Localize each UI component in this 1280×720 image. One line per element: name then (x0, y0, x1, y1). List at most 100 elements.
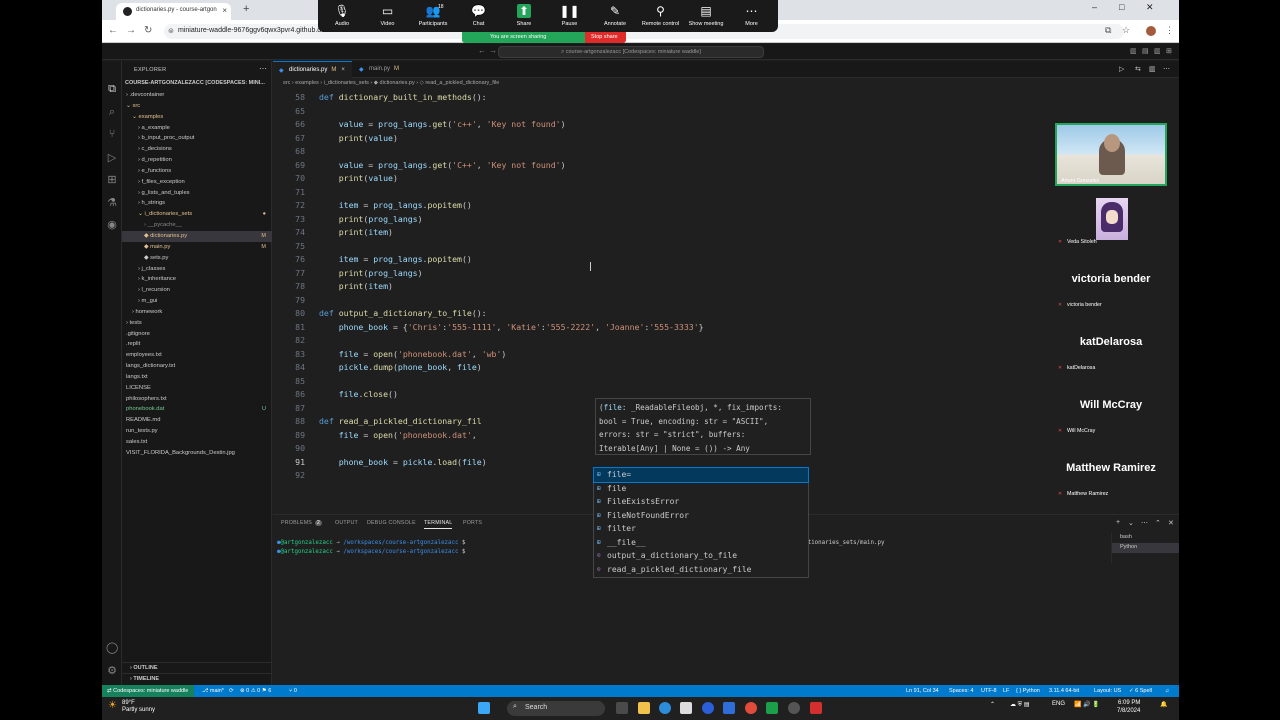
suggestion-item[interactable]: ⊞ __file__ (594, 536, 808, 550)
code-line[interactable]: def output_a_dictionary_to_file(): (319, 308, 487, 318)
tree-item[interactable]: langs.txt (122, 372, 272, 383)
network-volume-icons[interactable]: 📶 🔊 🔋 (1074, 701, 1100, 708)
tree-item[interactable]: › h_strings (122, 198, 272, 209)
code-line[interactable]: value = prog_langs.get('c++', 'Key not f… (319, 119, 566, 129)
stop-share-button[interactable]: Stop share (585, 32, 626, 43)
suggestion-item[interactable]: ⊙ read_a_pickled_dictionary_file (594, 563, 808, 577)
notifications-icon[interactable]: 🔔 (1160, 701, 1167, 708)
remote-indicator[interactable]: ⇄ Codespaces: miniature waddle (102, 685, 194, 697)
tree-item[interactable]: › a_example (122, 123, 272, 134)
tree-item[interactable]: ◆ dictionaries.py M (122, 230, 272, 242)
tree-item[interactable]: › f_files_exception (122, 177, 272, 188)
breadcrumb[interactable]: src › examples › i_dictionaries_sets › ◆… (283, 80, 499, 86)
site-info-icon[interactable]: ⊜ (168, 27, 174, 35)
tree-item[interactable]: › b_input_proc_output (122, 133, 272, 144)
zoom-remote-control-button[interactable]: ⚲ Remote control (639, 4, 683, 27)
code-line[interactable]: value = prog_langs.get('C++', 'Key not f… (319, 160, 566, 170)
account-icon[interactable]: ◯ (106, 641, 118, 654)
tree-item[interactable]: › d_repetition (122, 155, 272, 166)
zoom-more-button[interactable]: ⋯ More (730, 4, 774, 27)
sync-icon[interactable]: ⟳ (229, 688, 234, 694)
zoom-show-meeting-button[interactable]: ▤ Show meeting (684, 4, 728, 27)
toggle-panel-icon[interactable]: ▤ (1142, 47, 1149, 55)
suggestion-item[interactable]: ⊞ file (594, 482, 808, 496)
task-view-icon[interactable] (616, 702, 628, 714)
toggle-secondary-sidebar-icon[interactable]: ▥ (1154, 47, 1161, 55)
tree-item[interactable]: README.md (122, 415, 272, 426)
tree-item[interactable]: langs_dictionary.txt (122, 361, 272, 372)
code-line[interactable]: item = prog_langs.popitem() (319, 200, 472, 210)
taskbar-search[interactable]: ⌕ Search (507, 701, 605, 716)
code-line[interactable]: print(item) (319, 227, 393, 237)
indentation-status[interactable]: Spaces: 4 (949, 688, 973, 694)
forward-arrow-icon[interactable]: → (126, 25, 136, 36)
tree-item[interactable]: › __pycache__ (122, 220, 272, 231)
file-explorer-icon[interactable] (638, 702, 650, 714)
open-changes-icon[interactable]: ⇆ (1135, 65, 1141, 73)
code-line[interactable]: file.close() (319, 389, 398, 399)
branch-status[interactable]: ⎇ main* (202, 688, 224, 694)
tree-item[interactable]: ◆ sets.py (122, 253, 272, 264)
code-line[interactable]: print(value) (319, 173, 398, 183)
terminal-list-item[interactable]: Python (1112, 543, 1179, 553)
zoom-audio-button[interactable]: 🎙 Audio (320, 4, 364, 27)
tree-item[interactable]: phonebook.dat U (122, 404, 272, 415)
tree-item[interactable]: run_tests.py (122, 426, 272, 437)
zoom-pause-button[interactable]: ❚❚ Pause (548, 4, 592, 27)
code-line[interactable]: print(value) (319, 133, 398, 143)
window-close-button[interactable]: ✕ (1146, 2, 1154, 13)
workspace-root[interactable]: COURSE-ARTGONZALEZACC [CODESPACES: MINI.… (125, 80, 265, 86)
app-icon[interactable] (766, 702, 778, 714)
panel-tab-terminal[interactable]: TERMINAL (424, 520, 453, 529)
go-forward-icon[interactable]: → (489, 46, 497, 55)
reload-icon[interactable]: ↻ (144, 25, 152, 36)
terminal-dropdown-icon[interactable]: ⌄ (1128, 519, 1134, 527)
code-line[interactable]: phone_book = {'Chris':'555-1111', 'Katie… (319, 322, 704, 332)
outline-section[interactable]: › OUTLINE (122, 662, 272, 673)
code-line[interactable]: print(prog_langs) (319, 214, 423, 224)
eol-status[interactable]: LF (1003, 688, 1009, 694)
close-tab-icon[interactable]: × (341, 67, 345, 73)
zoom-share-button[interactable]: ⬆ Share (502, 4, 546, 27)
app-icon[interactable] (702, 702, 714, 714)
code-line[interactable]: print(item) (319, 281, 393, 291)
remote-explorer-icon[interactable]: ◉ (106, 218, 118, 231)
spell-check-status[interactable]: ✓ 6 Spell (1129, 688, 1152, 694)
back-arrow-icon[interactable]: ← (108, 25, 118, 36)
code-line[interactable]: phone_book = pickle.load(file) (319, 457, 487, 467)
tree-item[interactable]: .gitignore (122, 329, 272, 340)
notifications-bell-icon[interactable]: ♫ (1165, 688, 1169, 694)
panel-tab-output[interactable]: OUTPUT (335, 520, 358, 526)
tree-item[interactable]: › g_lists_and_tuples (122, 188, 272, 199)
panel-tab-problems[interactable]: PROBLEMS 2 (281, 520, 323, 526)
tree-item[interactable]: philosophers.txt (122, 394, 272, 405)
run-python-icon[interactable]: ▷ (1119, 65, 1124, 73)
python-interpreter[interactable]: 3.11.4 64-bit (1049, 688, 1079, 694)
search-icon[interactable]: ⌕ (106, 106, 118, 119)
profile-avatar[interactable] (1146, 26, 1156, 36)
chrome-icon[interactable] (788, 702, 800, 714)
tab-main-py[interactable]: ◆ main.py M (353, 61, 409, 78)
app-icon[interactable] (723, 702, 735, 714)
explorer-icon[interactable]: ⧉ (106, 83, 118, 96)
more-actions-icon[interactable]: ⋯ (259, 64, 267, 73)
split-editor-icon[interactable]: ▥ (1149, 65, 1156, 73)
new-tab-button[interactable]: + (243, 3, 249, 15)
tree-item[interactable]: › .devcontainer (122, 90, 272, 101)
tree-item[interactable]: .replit (122, 339, 272, 350)
code-line[interactable]: pickle.dump(phone_book, file) (319, 362, 482, 372)
tree-item[interactable]: ⌄ i_dictionaries_sets ● (122, 209, 272, 220)
source-control-icon[interactable]: ⑂ (106, 128, 118, 140)
tree-item[interactable]: › c_decisions (122, 144, 272, 155)
tab-dictionaries-py[interactable]: ◆ dictionaries.py M × (273, 61, 352, 78)
store-icon[interactable] (680, 702, 692, 714)
bookmark-star-icon[interactable]: ☆ (1122, 25, 1130, 36)
code-line[interactable]: def dictionary_built_in_methods(): (319, 92, 487, 102)
tree-item[interactable]: ◆ main.py M (122, 242, 272, 253)
active-speaker-video[interactable]: Arturo Gonzalez (1055, 123, 1167, 186)
edge-icon[interactable] (659, 702, 671, 714)
ports-status[interactable]: ⑂ 0 (289, 688, 297, 694)
language-indicator[interactable]: ENG (1052, 701, 1065, 707)
maximize-panel-icon[interactable]: ⌃ (1155, 519, 1161, 527)
tree-item[interactable]: › tests (122, 318, 272, 329)
